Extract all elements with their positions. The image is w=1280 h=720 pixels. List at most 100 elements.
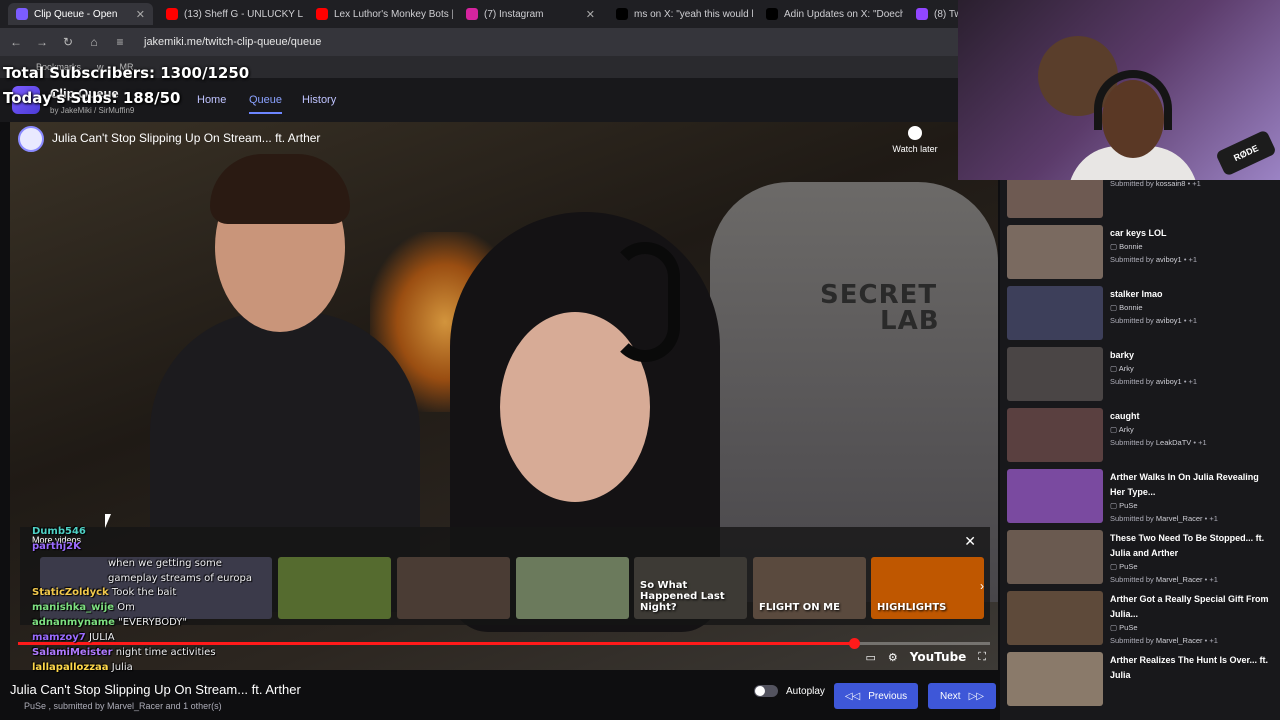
home-icon[interactable]: ⌂ (86, 35, 102, 49)
queue-item-title: car keys LOL (1110, 228, 1167, 238)
queue-item[interactable]: These Two Need To Be Stopped... ft. Juli… (1007, 530, 1275, 588)
chair-logo-line: LAB (880, 306, 940, 336)
extra-submitters: +1 (1198, 438, 1207, 447)
video-title[interactable]: Julia Can't Stop Slipping Up On Stream..… (52, 131, 320, 145)
clock-icon (908, 126, 922, 140)
back-icon[interactable]: ← (8, 35, 24, 49)
chat-text: night time activities (115, 647, 216, 658)
browser-tab[interactable]: (8) Twi (908, 3, 958, 25)
chat-username[interactable]: Dumb546 (32, 526, 86, 537)
submitter-name: aviboy1 (1155, 377, 1182, 386)
channel-icon: ▢ (1110, 242, 1120, 251)
url-field[interactable]: jakemiki.me/twitch-clip-queue/queue (144, 36, 321, 48)
tab-label: (7) Instagram (484, 8, 544, 20)
queue-item[interactable]: ▢ MarkusKingSubmitted by kossain8 • +1 (1007, 180, 1275, 222)
tab-close-icon[interactable]: ✕ (586, 8, 595, 21)
chat-message: when we getting some (108, 558, 222, 569)
site-info-icon[interactable]: ≡ (112, 35, 128, 49)
hair (210, 154, 350, 224)
author-link[interactable]: SirMuffin9 (98, 106, 134, 115)
queue-item[interactable]: car keys LOL ▢ Bonnie Submitted by aviboy1… (1007, 225, 1275, 283)
queue-thumbnail[interactable] (1007, 347, 1103, 401)
related-video-thumbnail[interactable]: HIGHLIGHTS (871, 557, 984, 619)
submitter-name: Marvel_Racer (1155, 636, 1203, 645)
browser-tab[interactable]: Clip Queue - Open ✕ (8, 3, 153, 25)
chat-username[interactable]: mamzoy7 (32, 632, 86, 643)
close-icon[interactable]: ✕ (964, 533, 976, 550)
tab-close-icon[interactable]: ✕ (136, 8, 145, 21)
queue-item[interactable]: caught ▢ Arky Submitted by LeakDaTV • +1 (1007, 408, 1275, 466)
autoplay-control[interactable]: Autoplay (754, 685, 825, 697)
queue-item-title: Arther Walks In On Julia Revealing Her T… (1110, 472, 1259, 497)
queue-item[interactable]: Arther Realizes The Hunt Is Over... ft. … (1007, 652, 1275, 710)
queue-thumbnail[interactable] (1007, 591, 1103, 645)
related-video-thumbnail[interactable]: So What Happened Last Night? (634, 557, 747, 619)
chat-username[interactable]: manishka_wije (32, 602, 114, 613)
related-video-thumbnail[interactable] (397, 557, 510, 619)
submitter-name: Marvel_Racer (1155, 514, 1203, 523)
browser-tab[interactable]: Lex Luthor's Monkey Bots | Si✕ (308, 3, 453, 25)
chat-username[interactable]: SalamiMeister (32, 647, 113, 658)
queue-item[interactable]: stalker lmao ▢ Bonnie Submitted by aviboy1… (1007, 286, 1275, 344)
watch-later-button[interactable]: Watch later (880, 126, 950, 154)
related-video-thumbnail[interactable] (516, 557, 629, 619)
nav-home[interactable]: Home (197, 94, 226, 106)
chat-text: Om (117, 602, 135, 613)
chat-text: "EVERYBODY" (118, 617, 188, 628)
total-subscribers-overlay: Total Subscribers: 1300/1250 (3, 64, 250, 82)
captions-icon[interactable]: ▭ (866, 651, 876, 664)
nav-queue[interactable]: Queue (249, 94, 283, 114)
reload-icon[interactable]: ↻ (60, 35, 76, 49)
related-video-thumbnail[interactable]: FLIGHT ON ME (753, 557, 866, 619)
chat-username[interactable]: StaticZoldyck (32, 587, 109, 598)
settings-gear-icon[interactable]: ⚙ (888, 651, 898, 664)
queue-thumbnail[interactable] (1007, 225, 1103, 279)
forward-icon[interactable]: → (34, 35, 50, 49)
chevron-right-icon[interactable]: › (980, 579, 984, 593)
queue-item-title: Arther Got a Really Special Gift From Ju… (1110, 594, 1269, 619)
tab-label: (13) Sheff G - UNLUCKY LUCK (184, 8, 303, 20)
browser-tab[interactable]: ms on X: "yeah this would be✕ (608, 3, 753, 25)
chat-message: lallapallozzaa Julia (32, 662, 133, 673)
submitter-name: kossain8 (1155, 180, 1186, 188)
browser-tab[interactable]: Adin Updates on X: "Doechi✕ (758, 3, 903, 25)
player-controls: ▭ ⚙ YouTube ⛶ (866, 650, 987, 664)
tab-favicon-icon (466, 8, 478, 20)
queue-item[interactable]: barky ▢ Arky Submitted by aviboy1 • +1 (1007, 347, 1275, 405)
chat-username[interactable]: adnanmyname (32, 617, 115, 628)
chat-username[interactable]: parthj2K (32, 541, 81, 552)
queue-item-submitter: Submitted by aviboy1 • +1 (1110, 255, 1198, 264)
channel-icon: ▢ (1110, 623, 1120, 632)
queue-item[interactable]: Arther Walks In On Julia Revealing Her T… (1007, 469, 1275, 527)
youtube-logo[interactable]: YouTube (910, 650, 967, 664)
submitted-by-label: Submitted by (1110, 255, 1154, 264)
previous-button[interactable]: ◁◁ Previous (834, 683, 918, 709)
browser-address-bar: ← → ↻ ⌂ ≡ jakemiki.me/twitch-clip-queue/… (0, 28, 958, 56)
tab-label: Adin Updates on X: "Doechi (784, 8, 903, 20)
queue-item[interactable]: Arther Got a Really Special Gift From Ju… (1007, 591, 1275, 649)
chat-username[interactable]: lallapallozzaa (32, 662, 109, 673)
queue-thumbnail[interactable] (1007, 408, 1103, 462)
chat-message: mamzoy7 JULIA (32, 632, 115, 643)
related-video-thumbnail[interactable] (278, 557, 391, 619)
chat-text: gameplay streams of europa (108, 573, 252, 584)
previous-label: Previous (868, 690, 908, 702)
progress-knob[interactable] (848, 638, 860, 649)
queue-thumbnail[interactable] (1007, 469, 1103, 523)
browser-tab[interactable]: (13) Sheff G - UNLUCKY LUCK✕ (158, 3, 303, 25)
author-link[interactable]: JakeMiki (61, 106, 92, 115)
nav-history[interactable]: History (302, 94, 336, 106)
browser-tab[interactable]: (7) Instagram ✕ (458, 3, 603, 25)
tab-favicon-icon (16, 8, 28, 20)
next-button[interactable]: Next ▷▷ (928, 683, 996, 709)
streamer-webcam: RØDE (958, 0, 1280, 180)
queue-thumbnail[interactable] (1007, 530, 1103, 584)
autoplay-label: Autoplay (786, 685, 825, 697)
queue-thumbnail[interactable] (1007, 286, 1103, 340)
autoplay-toggle[interactable] (754, 685, 778, 697)
channel-avatar-icon[interactable] (18, 126, 44, 152)
queue-thumbnail[interactable] (1007, 180, 1103, 218)
submitted-by-label: Submitted by (1110, 636, 1154, 645)
fullscreen-icon[interactable]: ⛶ (978, 651, 986, 664)
queue-thumbnail[interactable] (1007, 652, 1103, 706)
